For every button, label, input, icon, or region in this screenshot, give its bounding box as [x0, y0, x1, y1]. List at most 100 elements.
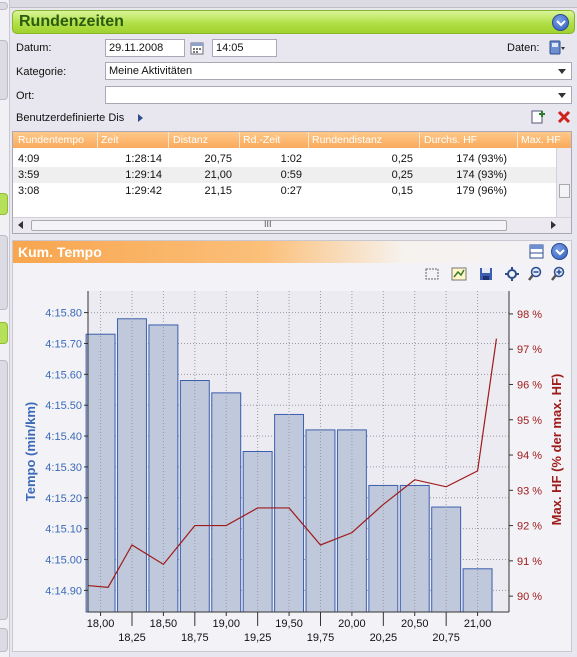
x-tick-label: 20,50	[401, 618, 429, 630]
y2-tick-label: 97 %	[517, 344, 542, 356]
table-cell: 4:09	[18, 153, 40, 165]
y-tick-label: 4:15.50	[45, 400, 82, 412]
x-tick-label: 19,75	[307, 632, 335, 644]
x-tick-label: 20,00	[338, 618, 366, 630]
column-header[interactable]: Max. HF	[521, 134, 561, 146]
y2-tick-label: 98 %	[517, 309, 542, 321]
bar	[179, 380, 210, 613]
zoom-out-icon[interactable]	[527, 266, 543, 282]
y-tick-label: 4:15.30	[45, 462, 82, 474]
x-tick-label: 20,75	[432, 632, 460, 644]
table-cell: 0:27	[280, 185, 302, 197]
left-tab[interactable]	[0, 628, 8, 652]
table-cell: 0,25	[391, 169, 413, 181]
calendar-icon[interactable]	[190, 41, 204, 55]
time-field[interactable]: 14:05	[212, 39, 277, 57]
ort-dropdown[interactable]	[105, 86, 572, 104]
time-value: 14:05	[216, 42, 244, 54]
y-axis-title: Tempo (min/km)	[23, 402, 38, 501]
table-row[interactable]: 3:59 1:29:14 21,00 0:59 0,25 174 (93%)	[13, 167, 556, 183]
kategorie-value: Meine Aktivitäten	[109, 65, 193, 77]
scroll-thumb[interactable]: III	[31, 219, 507, 231]
y2-tick-label: 93 %	[517, 485, 542, 497]
table-cell: 174 (93%)	[456, 169, 507, 181]
x-tick-label: 18,00	[87, 618, 115, 630]
triangle-right-icon[interactable]	[137, 113, 145, 123]
select-region-icon[interactable]	[424, 266, 440, 282]
table-cell: 21,00	[204, 169, 232, 181]
page-title: Rundenzeiten	[19, 13, 124, 30]
y2-tick-label: 96 %	[517, 379, 542, 391]
tempo-chart[interactable]: 4:14.90 4:15.00 4:15.10 4:15.20 4:15.30 4:15.…	[13, 283, 571, 653]
chevron-down-icon	[555, 64, 569, 78]
bar	[462, 568, 493, 613]
data-device-icon[interactable]	[548, 40, 566, 56]
delete-icon[interactable]	[557, 110, 571, 124]
x-tick-label: 21,00	[464, 618, 492, 630]
table-cell: 174 (93%)	[456, 153, 507, 165]
x-tick-label: 19,50	[275, 618, 303, 630]
table-cell: 0,15	[391, 185, 413, 197]
table-cell: 1:29:42	[125, 185, 162, 197]
kategorie-dropdown[interactable]: Meine Aktivitäten	[105, 62, 572, 80]
datum-value: 29.11.2008	[109, 42, 164, 54]
column-header[interactable]: Rd.-Zeit	[243, 134, 280, 146]
chart-panel: Kum. Tempo 4:14.90 4:15.00 4:15.10 4:15.20 4…	[12, 240, 572, 652]
chevron-down-icon	[556, 20, 566, 27]
column-header[interactable]: Distanz	[173, 134, 208, 146]
chart-collapse-button[interactable]	[551, 243, 568, 260]
y-tick-label: 4:15.80	[45, 308, 82, 320]
chart-panel-title: Kum. Tempo	[18, 244, 102, 260]
left-tab-active[interactable]	[0, 322, 8, 344]
left-tab[interactable]	[0, 40, 8, 100]
y-tick-label: 4:14.90	[45, 585, 82, 597]
y-tick-label: 4:15.20	[45, 493, 82, 505]
table-cell: 20,75	[204, 153, 232, 165]
y2-tick-label: 91 %	[517, 556, 542, 568]
x-tick-label: 18,25	[118, 632, 146, 644]
horizontal-scrollbar[interactable]: III	[13, 217, 571, 233]
scroll-thumb[interactable]	[559, 184, 570, 198]
chevron-down-icon	[555, 249, 565, 256]
x-tick-label: 18,50	[150, 618, 178, 630]
x-tick-label: 19,00	[212, 618, 240, 630]
left-tab-active[interactable]	[0, 193, 8, 215]
column-header[interactable]: Rundendistanz	[312, 134, 382, 146]
x-tick-label: 19,25	[244, 632, 272, 644]
vertical-scrollbar[interactable]	[556, 148, 571, 217]
bar	[305, 429, 336, 613]
bar	[336, 429, 367, 613]
add-row-icon[interactable]	[531, 109, 546, 124]
save-icon[interactable]	[478, 266, 494, 282]
table-header: Rundentempo Zeit Distanz Rd.-Zeit Runden…	[13, 132, 571, 148]
column-header[interactable]: Durchs. HF	[424, 134, 477, 146]
table-row[interactable]: 3:08 1:29:42 21,15 0:27 0,15 179 (96%)	[13, 183, 556, 199]
chevron-down-icon	[555, 88, 569, 102]
ort-label: Ort:	[16, 90, 35, 102]
datum-field[interactable]: 29.11.2008	[105, 39, 185, 57]
scroll-left-icon[interactable]	[18, 221, 23, 229]
scroll-grip: III	[264, 219, 272, 229]
left-tab[interactable]	[0, 235, 8, 310]
left-tab[interactable]	[0, 2, 8, 10]
chart-options-icon[interactable]	[451, 266, 467, 282]
x-tick-label: 18,75	[181, 632, 209, 644]
layout-icon[interactable]	[529, 244, 545, 260]
column-header[interactable]: Rundentempo	[18, 134, 84, 146]
collapse-button[interactable]	[552, 14, 569, 31]
table-row[interactable]: 4:09 1:28:14 20,75 1:02 0,25 174 (93%)	[13, 151, 556, 167]
fit-view-icon[interactable]	[504, 266, 520, 282]
scroll-right-icon[interactable]	[551, 221, 556, 229]
table-cell: 0,25	[391, 153, 413, 165]
table-cell: 3:59	[18, 169, 40, 181]
y2-tick-label: 92 %	[517, 521, 542, 533]
y2-tick-label: 94 %	[517, 450, 542, 462]
column-header[interactable]: Zeit	[101, 134, 119, 146]
top-bar	[10, 0, 577, 8]
chart-panel-header: Kum. Tempo	[13, 241, 571, 263]
left-tab[interactable]	[0, 360, 8, 620]
zoom-in-icon[interactable]	[550, 266, 566, 282]
custom-distance-label[interactable]: Benutzerdefinierte Dis	[16, 112, 124, 124]
y-tick-label: 4:15.70	[45, 338, 82, 350]
table-cell: 3:08	[18, 185, 40, 197]
